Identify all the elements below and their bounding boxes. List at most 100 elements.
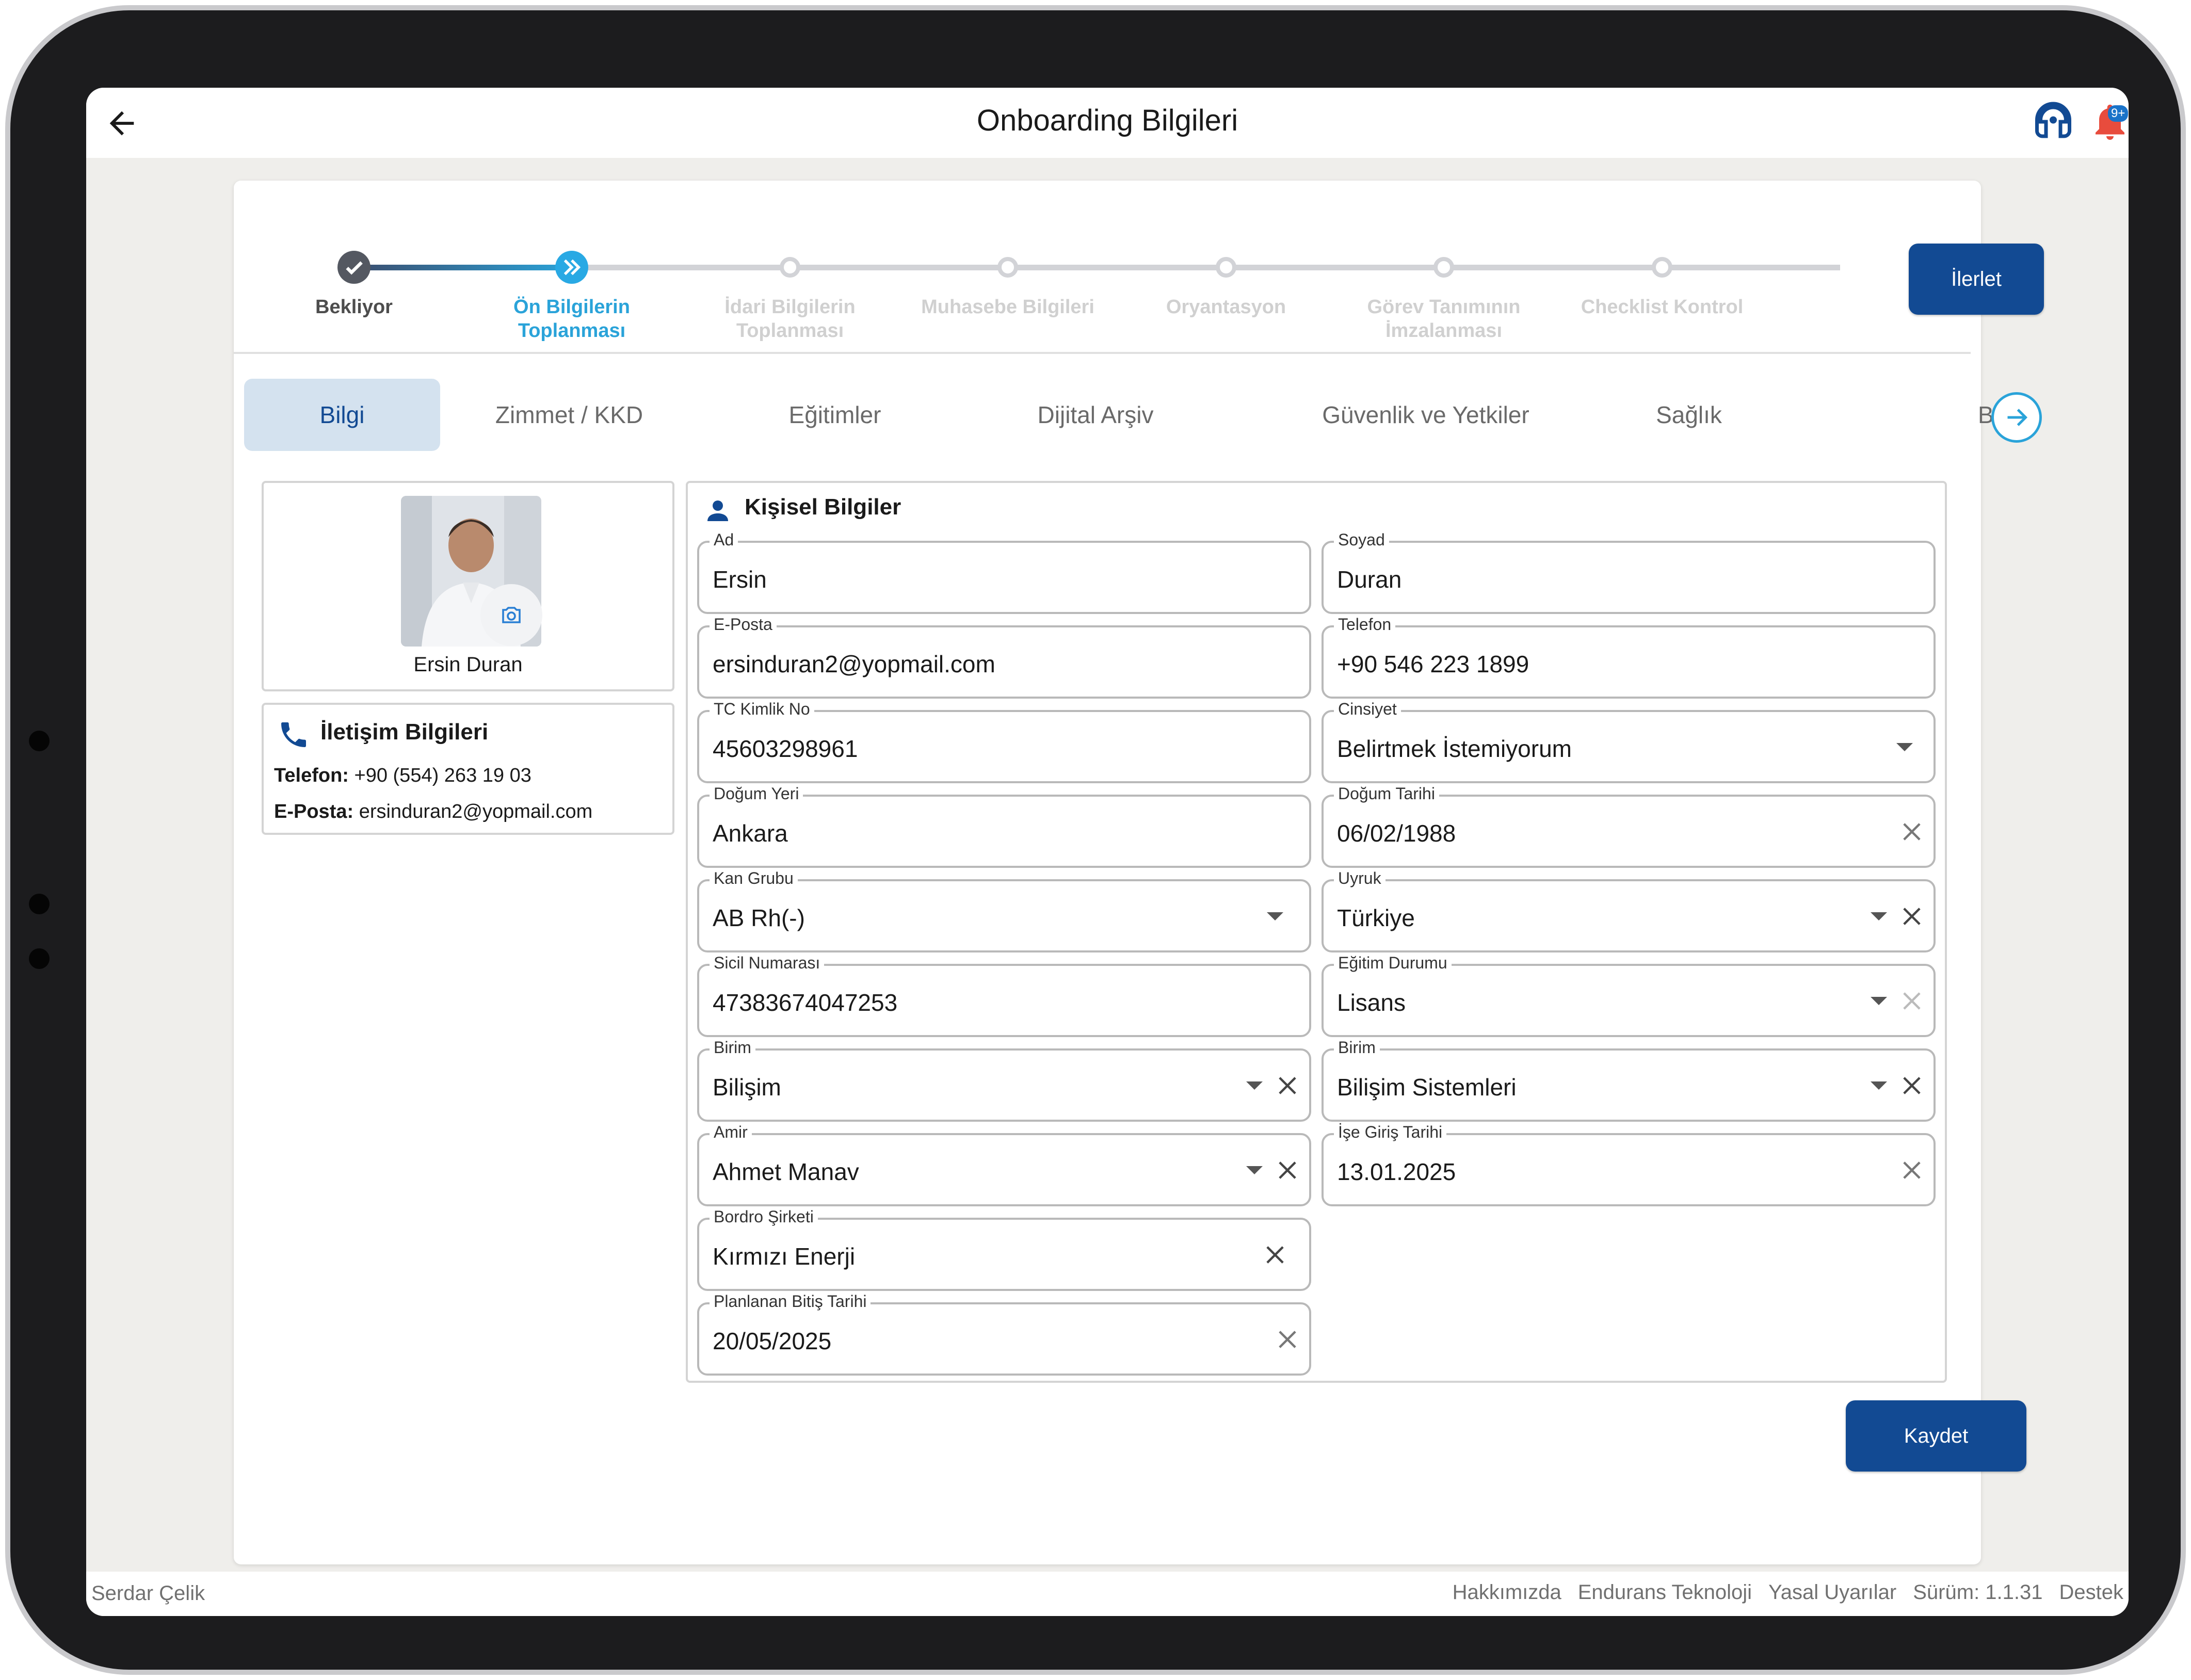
tab-egitimler[interactable]: Eğitimler: [750, 379, 920, 451]
field-value: +90 546 223 1899: [1337, 651, 1529, 677]
email-field[interactable]: E-Posta ersinduran2@yopmail.com: [697, 614, 1311, 699]
device-button: [29, 894, 50, 914]
change-photo-button[interactable]: [480, 584, 542, 646]
field-value: 20/05/2025: [713, 1328, 832, 1354]
alt-birim-select[interactable]: Birim Bilişim Sistemleri: [1322, 1037, 1936, 1122]
clear-icon[interactable]: [1262, 1241, 1288, 1268]
clear-icon[interactable]: [1898, 903, 1925, 930]
caret-down-icon[interactable]: [1246, 1081, 1263, 1090]
tab-zimmet-kkd[interactable]: Zimmet / KKD: [471, 379, 667, 451]
tabs-scroll-next-button[interactable]: [1991, 392, 2042, 443]
tab-bilgi[interactable]: Bilgi: [244, 379, 440, 451]
field-value: 47383674047253: [713, 989, 898, 1016]
clear-icon[interactable]: [1898, 818, 1925, 845]
step-dot: [1433, 257, 1454, 278]
caret-down-icon[interactable]: [1246, 1166, 1263, 1174]
step-label: Checklist Kontrol: [1581, 296, 1744, 318]
field-value: ersinduran2@yopmail.com: [713, 651, 995, 677]
phone-icon: [281, 722, 306, 747]
birim-select[interactable]: Birim Bilişim: [697, 1037, 1311, 1122]
step-label: Görev Tanımının İmzalanması: [1367, 296, 1521, 342]
footer-link-support[interactable]: Destek: [2059, 1581, 2124, 1604]
step-dot: [337, 251, 370, 284]
arrow-right-icon: [2007, 409, 2028, 426]
contact-phone: Telefon: +90 (554) 263 19 03: [274, 765, 531, 787]
footer-user: Serdar Çelik: [91, 1582, 205, 1605]
advance-button[interactable]: İlerlet: [1909, 244, 2044, 315]
field-label: Uyruk: [1334, 868, 1386, 889]
clear-icon[interactable]: [1898, 1072, 1925, 1099]
section-title: Kişisel Bilgiler: [745, 494, 901, 520]
cinsiyet-select[interactable]: Cinsiyet Belirtmek İstemiyorum: [1322, 699, 1936, 783]
field-label: Bordro Şirketi: [710, 1206, 818, 1227]
field-label: İşe Giriş Tarihi: [1334, 1122, 1447, 1142]
tab-saglik[interactable]: Sağlık: [1627, 379, 1751, 451]
step-label: Bekliyor: [315, 296, 393, 318]
dogum-yeri-field[interactable]: Doğum Yeri Ankara: [697, 783, 1311, 868]
footer-link-about[interactable]: Hakkımızda: [1453, 1581, 1561, 1604]
step-label: Oryantasyon: [1166, 296, 1286, 318]
field-label: TC Kimlik No: [710, 699, 814, 719]
planlanan-bitis-tarihi-field[interactable]: Planlanan Bitiş Tarihi 20/05/2025: [697, 1291, 1311, 1376]
field-value: AB Rh(-): [713, 904, 805, 931]
camera-icon: [502, 607, 521, 623]
contact-phone-value: +90 (554) 263 19 03: [354, 765, 531, 786]
bordro-sirketi-field[interactable]: Bordro Şirketi Kırmızı Enerji: [697, 1206, 1311, 1291]
stepper-progress: [354, 265, 572, 270]
field-label: Birim: [710, 1037, 755, 1058]
uyruk-select[interactable]: Uyruk Türkiye: [1322, 868, 1936, 952]
caret-down-icon[interactable]: [1896, 743, 1913, 751]
telefon-field[interactable]: Telefon +90 546 223 1899: [1322, 614, 1936, 699]
tc-kimlik-field[interactable]: TC Kimlik No 45603298961: [697, 699, 1311, 783]
ad-field[interactable]: Ad Ersin: [697, 529, 1311, 614]
sicil-numarasi-field[interactable]: Sicil Numarası 47383674047253: [697, 952, 1311, 1037]
tab-dijital-arsiv[interactable]: Dijital Arşiv: [997, 379, 1194, 451]
person-icon: [707, 500, 728, 521]
double-chevron-icon: [563, 259, 581, 276]
contact-phone-label: Telefon:: [274, 765, 349, 786]
caret-down-icon[interactable]: [1871, 912, 1887, 920]
save-button[interactable]: Kaydet: [1846, 1400, 2026, 1472]
contact-email: E-Posta: ersinduran2@yopmail.com: [274, 801, 592, 823]
field-value: Bilişim: [713, 1074, 781, 1101]
caret-down-icon[interactable]: [1871, 997, 1887, 1005]
contact-title: İletişim Bilgileri: [320, 719, 489, 745]
footer-link-company[interactable]: Endurans Teknoloji: [1578, 1581, 1752, 1604]
caret-down-icon[interactable]: [1267, 912, 1283, 920]
field-value: Belirtmek İstemiyorum: [1337, 735, 1572, 762]
field-value: Kırmızı Enerji: [713, 1243, 856, 1270]
field-label: Telefon: [1334, 614, 1396, 635]
clear-icon[interactable]: [1274, 1072, 1301, 1099]
egitim-durumu-select[interactable]: Eğitim Durumu Lisans: [1322, 952, 1936, 1037]
notification-badge: 9+: [2108, 105, 2129, 122]
tab-guvenlik-yetkiler[interactable]: Güvenlik ve Yetkiler: [1292, 379, 1560, 451]
check-icon: [346, 261, 363, 275]
device-button: [29, 948, 50, 969]
caret-down-icon[interactable]: [1871, 1081, 1887, 1090]
amir-select[interactable]: Amir Ahmet Manav: [697, 1122, 1311, 1206]
field-label: Birim: [1334, 1037, 1380, 1058]
headset-icon[interactable]: [2032, 100, 2075, 143]
step-dot: [997, 257, 1018, 278]
profile-card: Ersin Duran: [262, 481, 674, 691]
field-value: 13.01.2025: [1337, 1158, 1456, 1185]
ise-giris-tarihi-field[interactable]: İşe Giriş Tarihi 13.01.2025: [1322, 1122, 1936, 1206]
contact-email-value: ersinduran2@yopmail.com: [359, 801, 593, 822]
field-value: Türkiye: [1337, 904, 1415, 931]
soyad-field[interactable]: Soyad Duran: [1322, 529, 1936, 614]
dogum-tarihi-field[interactable]: Doğum Tarihi 06/02/1988: [1322, 783, 1936, 868]
notification-bell[interactable]: 9+: [2088, 100, 2129, 143]
onboarding-card: Bekliyor Ön Bilgilerin Toplanması İdari …: [234, 181, 2044, 1564]
step-label: Ön Bilgilerin Toplanması: [513, 296, 630, 342]
field-label: Kan Grubu: [710, 868, 798, 889]
field-value: Lisans: [1337, 989, 1406, 1016]
clear-icon[interactable]: [1274, 1326, 1301, 1353]
clear-icon[interactable]: [1274, 1157, 1301, 1184]
footer: Serdar Çelik Hakkımızda Endurans Teknolo…: [86, 1572, 2129, 1616]
footer-version: Sürüm: 1.1.31: [1913, 1581, 2043, 1604]
footer-link-legal[interactable]: Yasal Uyarılar: [1768, 1581, 1896, 1604]
clear-icon[interactable]: [1898, 988, 1925, 1014]
kan-grubu-select[interactable]: Kan Grubu AB Rh(-): [697, 868, 1311, 952]
field-label: Amir: [710, 1122, 752, 1142]
clear-icon[interactable]: [1898, 1157, 1925, 1184]
